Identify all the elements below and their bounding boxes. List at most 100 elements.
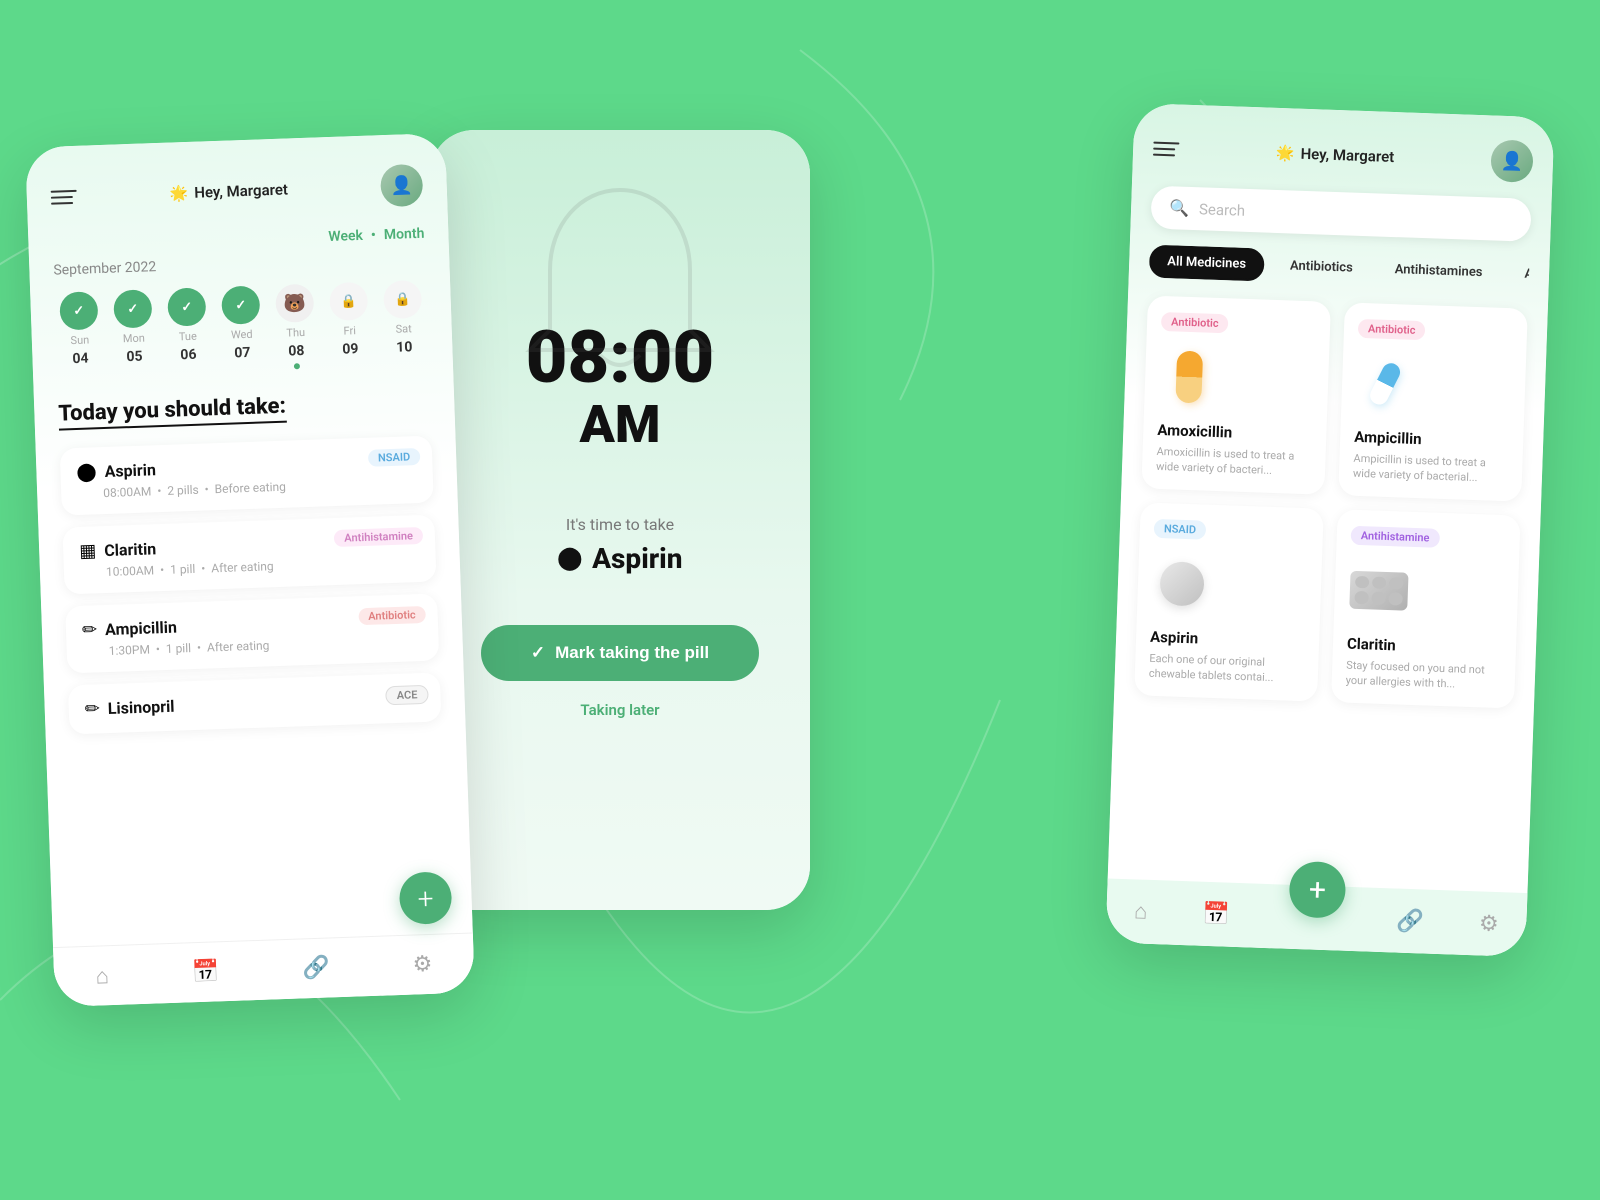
grid-card-amoxicillin[interactable]: Antibiotic Amoxicillin Amoxicillin is us…: [1141, 296, 1331, 495]
ampicillin-img: [1355, 348, 1417, 420]
right-home-icon[interactable]: ⌂: [1134, 898, 1148, 924]
search-placeholder: Search: [1199, 200, 1246, 220]
right-settings-icon[interactable]: ⚙: [1479, 911, 1500, 937]
aspirin2-badge: NSAID: [1154, 519, 1207, 540]
amoxicillin-name: Amoxicillin: [1157, 421, 1313, 444]
view-toggle: Week • Month: [52, 226, 424, 255]
filter-ace[interactable]: ACE: [1508, 259, 1530, 290]
month-tab[interactable]: Month: [384, 226, 425, 243]
filter-row: All Medicines Antibiotics Antihistamines…: [1149, 245, 1530, 291]
lisinopril-icon: ✏: [84, 698, 100, 720]
phone-middle: 08:00 AM It's time to take ⬤ Aspirin ✓ M…: [430, 130, 810, 910]
claritin2-badge: Antihistamine: [1351, 526, 1440, 548]
cal-day-mon[interactable]: ✓ Mon 05: [108, 289, 159, 376]
right-cal-icon[interactable]: 📅: [1202, 901, 1230, 927]
left-greeting: 🌟 Hey, Margaret: [169, 180, 288, 202]
time-sub: It's time to take: [566, 515, 674, 534]
aspirin2-name: Aspirin: [1150, 628, 1306, 651]
ampicillin2-desc: Ampicillin is used to treat a wide varie…: [1353, 451, 1509, 487]
grid-card-claritin[interactable]: Antihistamine Claritin Stay focused on y…: [1331, 509, 1521, 708]
cal-day-fri[interactable]: 🔒 Fri 09: [324, 282, 375, 369]
claritin-name: Claritin: [104, 539, 157, 560]
cal-circle-fri: 🔒: [329, 282, 368, 321]
week-tab[interactable]: Week: [328, 228, 363, 245]
cal-circle-wed: ✓: [221, 286, 260, 325]
right-emoji: 🌟: [1276, 144, 1295, 163]
grid-card-aspirin[interactable]: NSAID Aspirin Each one of our original c…: [1134, 502, 1324, 701]
aspirin-name: Aspirin: [104, 460, 156, 481]
med-card-lisinopril[interactable]: ACE ✏ Lisinopril: [68, 672, 441, 734]
time-med-name: ⬤ Aspirin: [558, 542, 683, 575]
filter-antihistamines[interactable]: Antihistamines: [1378, 255, 1499, 288]
filter-antibiotics[interactable]: Antibiotics: [1274, 251, 1370, 283]
time-med-icon: ⬤: [558, 546, 583, 571]
cal-day-sat[interactable]: 🔒 Sat 10: [378, 280, 429, 367]
lisinopril-badge: ACE: [385, 685, 428, 705]
cal-day-tue[interactable]: ✓ Tue 06: [162, 287, 213, 374]
link-icon[interactable]: 🔗: [302, 955, 330, 981]
settings-icon[interactable]: ⚙: [412, 952, 433, 978]
month-label: September 2022: [53, 250, 425, 279]
time-med-label: Aspirin: [592, 542, 682, 575]
ampicillin-name: Ampicillin: [105, 618, 177, 639]
med-card-claritin[interactable]: Antihistamine ▦ Claritin 10:00AM • 1 pil…: [62, 515, 436, 595]
right-greeting-text: Hey, Margaret: [1300, 145, 1394, 166]
left-header: 🌟 Hey, Margaret 👤: [50, 164, 423, 219]
capsule-blue-shape: [1367, 360, 1403, 407]
today-header: Today you should take:: [58, 394, 286, 431]
ampicillin2-badge: Antibiotic: [1358, 319, 1426, 340]
capsule-orange-shape: [1175, 351, 1203, 404]
mark-btn[interactable]: ✓ Mark taking the pill: [481, 625, 759, 681]
phone-right: 🌟 Hey, Margaret 👤 🔍 Search All Medicines…: [1105, 103, 1554, 957]
calendar-icon[interactable]: 📅: [191, 959, 219, 985]
capsule-blue-wrap: [1365, 353, 1407, 414]
right-avatar[interactable]: 👤: [1490, 139, 1533, 182]
left-bottom-nav: ⌂ 📅 🔗 ⚙: [53, 932, 475, 1007]
round-pill-shape: [1159, 561, 1205, 607]
ampicillin-icon: ✏: [82, 619, 98, 641]
user-avatar[interactable]: 👤: [380, 164, 423, 207]
aspirin2-desc: Each one of our original chewable tablet…: [1149, 651, 1305, 687]
cal-circle-tue: ✓: [167, 287, 206, 326]
aspirin-icon: ⬤: [76, 461, 97, 483]
search-bar[interactable]: 🔍 Search: [1150, 186, 1531, 242]
right-greeting: 🌟 Hey, Margaret: [1276, 144, 1395, 166]
amoxicillin-img: [1158, 341, 1220, 413]
aspirin-img: [1151, 548, 1213, 620]
claritin-img: [1348, 554, 1410, 626]
big-time: 08:00: [526, 322, 715, 394]
med-card-ampicillin[interactable]: Antibiotic ✏ Ampicillin 1:30PM • 1 pill …: [65, 593, 439, 673]
claritin2-desc: Stay focused on you and not your allergi…: [1345, 657, 1501, 693]
medicine-grid: Antibiotic Amoxicillin Amoxicillin is us…: [1134, 296, 1528, 709]
right-header: 🌟 Hey, Margaret 👤: [1152, 128, 1533, 183]
phone-left: 🌟 Hey, Margaret 👤 Week • Month September…: [25, 133, 475, 1007]
amoxicillin-badge: Antibiotic: [1161, 312, 1229, 333]
home-icon[interactable]: ⌂: [95, 963, 109, 989]
right-hamburger[interactable]: [1153, 142, 1179, 157]
med-card-aspirin[interactable]: NSAID ⬤ Aspirin 08:00AM • 2 pills • Befo…: [60, 436, 434, 516]
left-fab[interactable]: +: [399, 871, 453, 925]
taking-later[interactable]: Taking later: [580, 701, 659, 719]
cal-day-sun[interactable]: ✓ Sun 04: [54, 291, 105, 378]
cal-day-wed[interactable]: ✓ Wed 07: [216, 285, 267, 372]
amoxicillin-desc: Amoxicillin is used to treat a wide vari…: [1156, 444, 1312, 480]
right-link-icon[interactable]: 🔗: [1396, 908, 1424, 934]
mark-btn-label: Mark taking the pill: [555, 643, 709, 663]
cal-circle-sun: ✓: [59, 291, 98, 330]
grid-card-ampicillin[interactable]: Antibiotic Ampicillin Ampicillin is used…: [1338, 302, 1528, 501]
check-icon: ✓: [531, 643, 545, 663]
hamburger-menu[interactable]: [51, 190, 77, 205]
aspirin-badge: NSAID: [368, 448, 421, 467]
cal-circle-mon: ✓: [113, 289, 152, 328]
toggle-dot: •: [371, 227, 377, 243]
calendar-row: ✓ Sun 04 ✓ Mon 05 ✓ Tue 06 ✓ Wed 07 🐻 T: [54, 280, 429, 378]
greeting-emoji: 🌟: [169, 184, 188, 203]
greeting-text: Hey, Margaret: [194, 180, 288, 201]
cal-circle-thu: 🐻: [275, 284, 314, 323]
ampicillin-badge: Antibiotic: [358, 606, 426, 625]
ampicillin2-name: Ampicillin: [1354, 428, 1510, 451]
pill-strip-shape: [1349, 571, 1408, 611]
claritin-badge: Antihistamine: [334, 527, 423, 547]
cal-day-thu[interactable]: 🐻 Thu 08: [270, 283, 321, 370]
filter-all[interactable]: All Medicines: [1149, 245, 1265, 282]
